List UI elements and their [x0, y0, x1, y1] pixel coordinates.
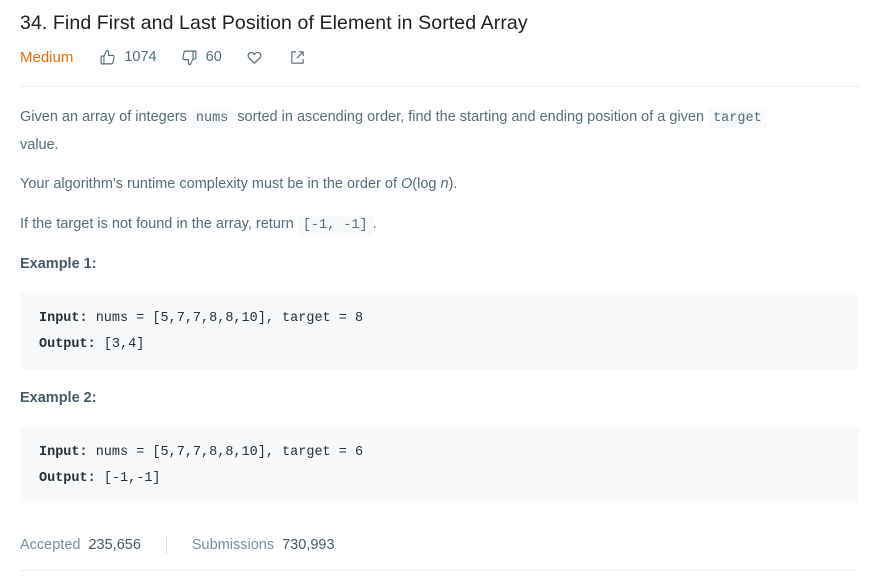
favorite-button[interactable]	[246, 49, 263, 66]
inline-code-target: target	[708, 108, 767, 129]
example-2-output: Output: [-1,-1]	[39, 471, 161, 486]
dislike-button[interactable]: 60	[181, 49, 222, 66]
submission-stats: Accepted 235,656 Submissions 730,993	[20, 533, 335, 557]
inline-code-nums: nums	[190, 108, 234, 129]
description-paragraph-1: Given an array of integers nums sorted i…	[20, 104, 859, 158]
dislike-count: 60	[205, 49, 222, 65]
heart-icon	[247, 51, 262, 64]
example-1-block: Input: nums = [5,7,7,8,8,10], target = 8…	[20, 293, 859, 370]
problem-title: 34. Find First and Last Position of Elem…	[20, 12, 528, 34]
example-1-input: Input: nums = [5,7,7,8,8,10], target = 8	[39, 311, 364, 326]
description-paragraph-3: If the target is not found in the array,…	[20, 211, 859, 239]
share-icon	[291, 50, 304, 64]
example-2-block: Input: nums = [5,7,7,8,8,10], target = 6…	[20, 427, 859, 503]
example-1-output: Output: [3,4]	[39, 337, 145, 352]
example-2-input: Input: nums = [5,7,7,8,8,10], target = 6	[39, 445, 364, 460]
share-button[interactable]	[289, 49, 306, 66]
difficulty-badge: Medium	[20, 48, 74, 66]
thumbs-up-icon	[100, 49, 116, 64]
description-paragraph-2: Your algorithm's runtime complexity must…	[20, 176, 458, 192]
submissions-count: 730,993	[282, 537, 335, 553]
accepted-label: Accepted	[20, 537, 81, 553]
example-2-heading: Example 2:	[20, 390, 97, 406]
inline-code-not-found: [-1, -1]	[297, 215, 373, 236]
accepted-count: 235,656	[88, 537, 141, 553]
like-button[interactable]: 1074	[99, 49, 157, 66]
header-divider	[20, 86, 859, 87]
stats-separator	[165, 536, 167, 554]
like-count: 1074	[124, 49, 157, 65]
submissions-label: Submissions	[191, 537, 275, 553]
problem-meta: Medium 1074 60	[20, 46, 332, 68]
thumbs-down-icon	[181, 50, 197, 65]
example-1-heading: Example 1:	[20, 256, 97, 272]
footer-divider	[20, 570, 859, 571]
